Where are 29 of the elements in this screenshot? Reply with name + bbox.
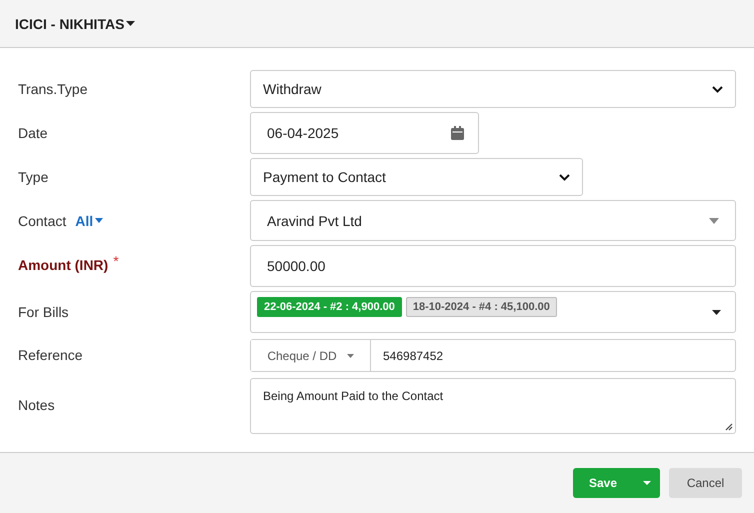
caret-icon	[126, 20, 136, 26]
caret-icon	[712, 310, 721, 315]
resize-handle-icon[interactable]	[725, 423, 733, 431]
chevron-icon	[559, 174, 570, 180]
calendar-icon	[451, 126, 464, 140]
contact-select[interactable]: Aravind Pvt Ltd	[250, 200, 736, 241]
field-label: Notes	[18, 397, 55, 413]
select-field[interactable]: Payment to Contact	[250, 158, 583, 196]
field-label: Reference	[18, 346, 83, 362]
amount-field[interactable]: 50000.00	[250, 245, 736, 287]
filter-dropdown[interactable]: All	[71, 212, 104, 228]
bills-select[interactable]: 22-06-2024 - #2 : 4,900.00 18-10-2024 - #4 : 45,100.00	[250, 291, 736, 333]
caret-icon	[709, 218, 719, 224]
date-field[interactable]: 06-04-2025	[250, 112, 479, 154]
caret-icon	[642, 481, 650, 485]
field-label: Type	[18, 169, 48, 185]
cancel-button[interactable]: Cancel	[669, 468, 742, 498]
field-label: Trans.Type	[18, 81, 88, 97]
account-dropdown[interactable]: ICICI - NIKHITAS	[15, 16, 136, 32]
chevron-icon	[712, 86, 723, 92]
field-label: Contact	[18, 212, 66, 228]
bill-tag[interactable]: 18-10-2024 - #4 : 45,100.00	[406, 297, 557, 317]
notes-field[interactable]: Being Amount Paid to the Contact	[250, 378, 736, 434]
select-field[interactable]: Withdraw	[250, 70, 736, 108]
field-label: For Bills	[18, 304, 69, 320]
caret-icon	[95, 218, 104, 223]
required-marker: *	[113, 254, 119, 268]
field-label: Date	[18, 125, 48, 141]
field-label: Amount (INR)	[18, 257, 108, 273]
